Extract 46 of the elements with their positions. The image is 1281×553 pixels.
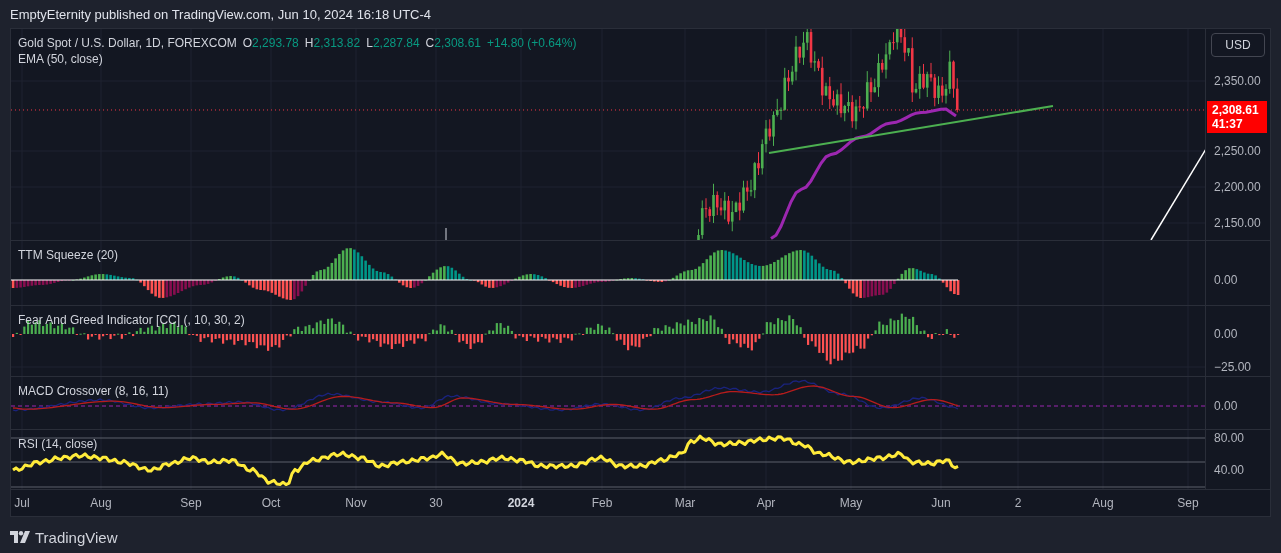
- axis-label: 2,150.00: [1214, 216, 1261, 230]
- axis-label: 2,200.00: [1214, 180, 1261, 194]
- ohlc-value: 2,293.78: [252, 35, 299, 51]
- ohlc-value: 2,313.82: [313, 35, 361, 51]
- axis-label: 80.00: [1214, 431, 1245, 445]
- axis-label: 0.00: [1214, 273, 1238, 287]
- time-axis-label: Jun: [931, 496, 951, 510]
- time-axis-label: May: [839, 496, 863, 510]
- ohlc-value: 2,308.61: [434, 35, 481, 51]
- time-axis-label: Aug: [1092, 496, 1114, 510]
- ohlc-key: C: [425, 35, 435, 51]
- time-axis-label: Sep: [180, 496, 202, 510]
- indicator-title: MACD Crossover (8, 16, 11): [18, 384, 169, 398]
- ohlc-key: L: [366, 35, 373, 51]
- wick-line: [445, 227, 447, 240]
- ohlc-value: 2,287.84: [372, 35, 420, 51]
- axis-label: 2,350.00: [1214, 74, 1261, 88]
- indicator-title: RSI (14, close): [18, 437, 98, 451]
- indicator-title: Fear And Greed Indicator [CC] (, 10, 30, 2): [18, 313, 245, 327]
- time-axis-label: 30: [429, 496, 443, 510]
- time-axis-label: Apr: [756, 496, 776, 510]
- ohlc-key: H: [304, 35, 314, 51]
- price-change: +14.80 (+0.64%): [487, 35, 577, 51]
- axis-label: 0.00: [1214, 327, 1238, 341]
- axis-label: 2,250.00: [1214, 144, 1261, 158]
- time-axis-label: Oct: [261, 496, 281, 510]
- axis-label: −25.00: [1214, 360, 1252, 374]
- publisher-caption: EmptyEternity published on TradingView.com, Jun 10, 2024 16:18 UTC-4: [10, 6, 432, 22]
- time-axis-label: Nov: [345, 496, 367, 510]
- logo-text: TradingView: [35, 528, 118, 546]
- time-axis-label: 2024: [507, 496, 535, 510]
- time-axis-label: Mar: [674, 496, 696, 510]
- ohlc-key: O: [242, 35, 253, 51]
- time-axis-label: Sep: [1177, 496, 1199, 510]
- axis-label: 40.00: [1214, 463, 1245, 477]
- axis-label: 0.00: [1214, 399, 1238, 413]
- time-axis-label: Feb: [591, 496, 613, 510]
- study-title: EMA (50, close): [18, 51, 104, 67]
- time-axis-label: Aug: [90, 496, 112, 510]
- last-price-label: 2,308.61 41:37: [1207, 101, 1267, 133]
- currency-button[interactable]: USD: [1211, 33, 1265, 57]
- logo-icon: [10, 531, 30, 543]
- time-axis-label: 2: [1014, 496, 1022, 510]
- time-axis-label: Jul: [14, 496, 30, 510]
- indicator-title: TTM Squeeze (20): [18, 248, 119, 262]
- symbol-title: Gold Spot / U.S. Dollar, 1D, FOREXCOM: [18, 35, 237, 51]
